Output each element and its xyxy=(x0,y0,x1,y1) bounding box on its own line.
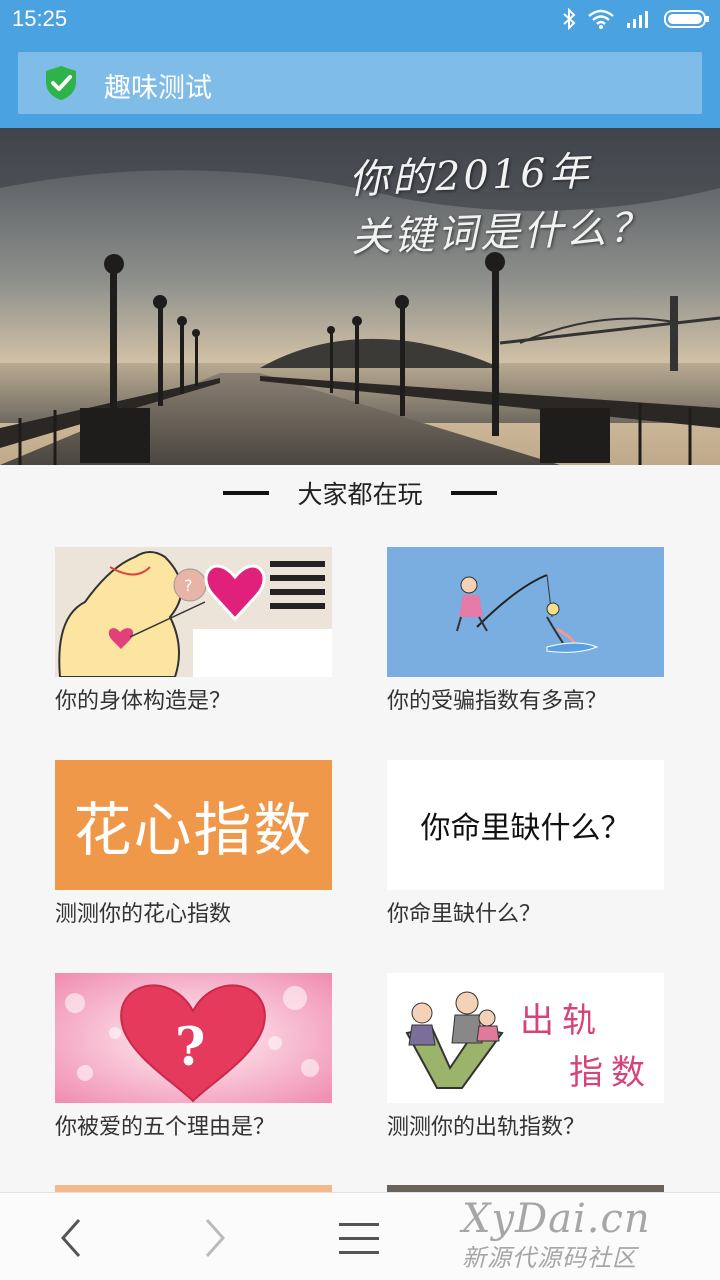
watermark-line2: 新源代源码社区 xyxy=(462,1244,637,1272)
watermark: XyDai.cn 新源代源码社区 xyxy=(462,1196,712,1273)
battery-icon xyxy=(664,10,709,28)
banner-image[interactable]: 你的2016年 关键词是什么？ xyxy=(0,128,720,465)
status-icons xyxy=(562,8,710,30)
quiz-card-title: 你的受骗指数有多高？ xyxy=(387,689,608,714)
back-chevron-icon xyxy=(60,1219,81,1257)
signal-icon xyxy=(627,11,648,28)
quiz-thumbnail: 出轨 指数 xyxy=(387,973,664,1103)
quiz-card-fate-missing[interactable]: 你命里缺什么？ 你命里缺什么？ xyxy=(387,760,664,928)
quiz-card-body[interactable]: ? 你的身体构造是？ xyxy=(55,547,332,715)
thumb-text: ? xyxy=(175,1017,205,1078)
status-time: 15:25 xyxy=(12,6,68,31)
banner-caption-line1: 你的2016年 xyxy=(348,148,593,204)
quiz-card-fraud-index[interactable]: 你的受骗指数有多高？ xyxy=(387,547,664,715)
quiz-thumbnail: ? xyxy=(55,547,332,677)
thumb-text: 你命里缺什么？ xyxy=(420,811,631,846)
section-title: 大家都在玩 xyxy=(297,480,423,509)
section-heading: 大家都在玩 xyxy=(0,470,720,516)
thumb-text-2: 指数 xyxy=(569,1053,653,1093)
banner-caption: 你的2016年 关键词是什么？ xyxy=(348,141,653,267)
forward-button[interactable] xyxy=(190,1217,240,1259)
quiz-card-title: 你被爱的五个理由是？ xyxy=(55,1115,276,1140)
back-button[interactable] xyxy=(46,1217,96,1259)
shield-check-icon xyxy=(46,66,76,100)
heading-dash-left xyxy=(223,491,270,495)
status-bar: 15:25 xyxy=(0,0,720,38)
quiz-thumbnail xyxy=(387,547,664,677)
wifi-icon xyxy=(588,9,614,29)
forward-chevron-icon xyxy=(205,1219,226,1257)
quiz-card-title: 你的身体构造是？ xyxy=(55,689,232,714)
header: 趣味测试 xyxy=(0,38,720,128)
quiz-card-title: 测测你的出轨指数？ xyxy=(387,1115,586,1140)
thumb-text: 花心指数 xyxy=(73,796,314,864)
title-bar: 趣味测试 xyxy=(18,52,702,114)
quiz-card-cheat-index[interactable]: 出轨 指数 测测你的出轨指数？ xyxy=(387,973,664,1141)
quiz-thumbnail: 花心指数 xyxy=(55,760,332,890)
watermark-line1: XyDai.cn xyxy=(462,1196,651,1242)
quiz-card-flirt-index[interactable]: 花心指数 测测你的花心指数 xyxy=(55,760,332,928)
quiz-card-loved-reasons[interactable]: ? 你被爱的五个理由是？ xyxy=(55,973,332,1141)
thumb-text-1: 出轨 xyxy=(520,1001,604,1041)
quiz-card-title: 测测你的花心指数 xyxy=(55,902,232,927)
svg-text:?: ? xyxy=(184,576,193,595)
menu-button[interactable] xyxy=(334,1217,384,1259)
heading-dash-right xyxy=(450,491,497,495)
quiz-thumbnail: 你命里缺什么？ xyxy=(387,760,664,890)
page-title: 趣味测试 xyxy=(104,73,212,104)
menu-icon xyxy=(339,1223,379,1254)
quiz-thumbnail: ? xyxy=(55,973,332,1103)
bluetooth-icon xyxy=(563,8,576,30)
banner-caption-line2: 关键词是什么？ xyxy=(350,204,653,262)
quiz-card-title: 你命里缺什么？ xyxy=(387,902,542,927)
